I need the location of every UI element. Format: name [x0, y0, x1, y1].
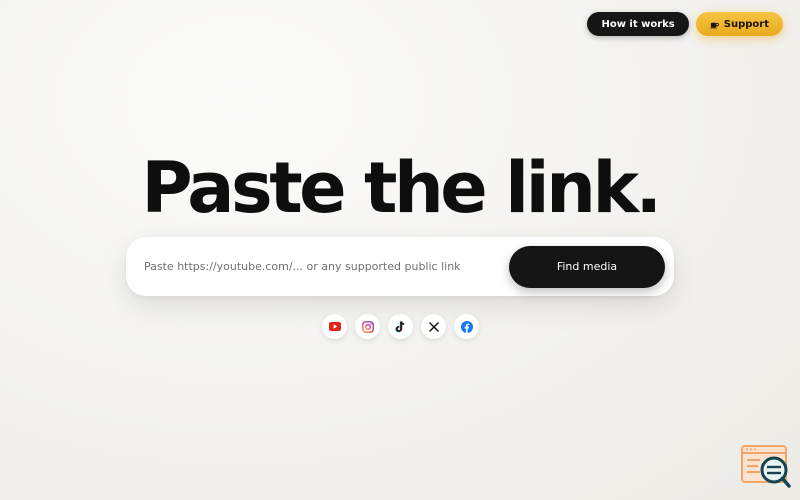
tiktok-icon: [395, 320, 405, 332]
support-label: Support: [723, 18, 769, 30]
top-nav: How it works Support: [587, 12, 783, 36]
platform-facebook[interactable]: [454, 314, 479, 339]
link-search-bar: Find media: [126, 237, 674, 296]
support-button[interactable]: Support: [695, 12, 783, 36]
facebook-icon: [460, 320, 473, 333]
youtube-icon: [328, 322, 341, 331]
platform-youtube[interactable]: [322, 314, 347, 339]
supported-platforms: [322, 314, 479, 339]
x-icon: [428, 321, 439, 332]
platform-instagram[interactable]: [355, 314, 380, 339]
how-it-works-button[interactable]: How it works: [587, 12, 689, 36]
instagram-icon: [361, 320, 374, 333]
how-it-works-label: How it works: [601, 18, 675, 30]
coffee-cup-icon: [710, 20, 719, 29]
platform-tiktok[interactable]: [388, 314, 413, 339]
link-input[interactable]: [126, 237, 509, 296]
find-media-button[interactable]: Find media: [509, 245, 665, 288]
hero-title: Paste the link.: [141, 147, 662, 229]
platform-x[interactable]: [421, 314, 446, 339]
feedback-widget[interactable]: [740, 444, 792, 490]
search-window-icon: [741, 445, 791, 488]
